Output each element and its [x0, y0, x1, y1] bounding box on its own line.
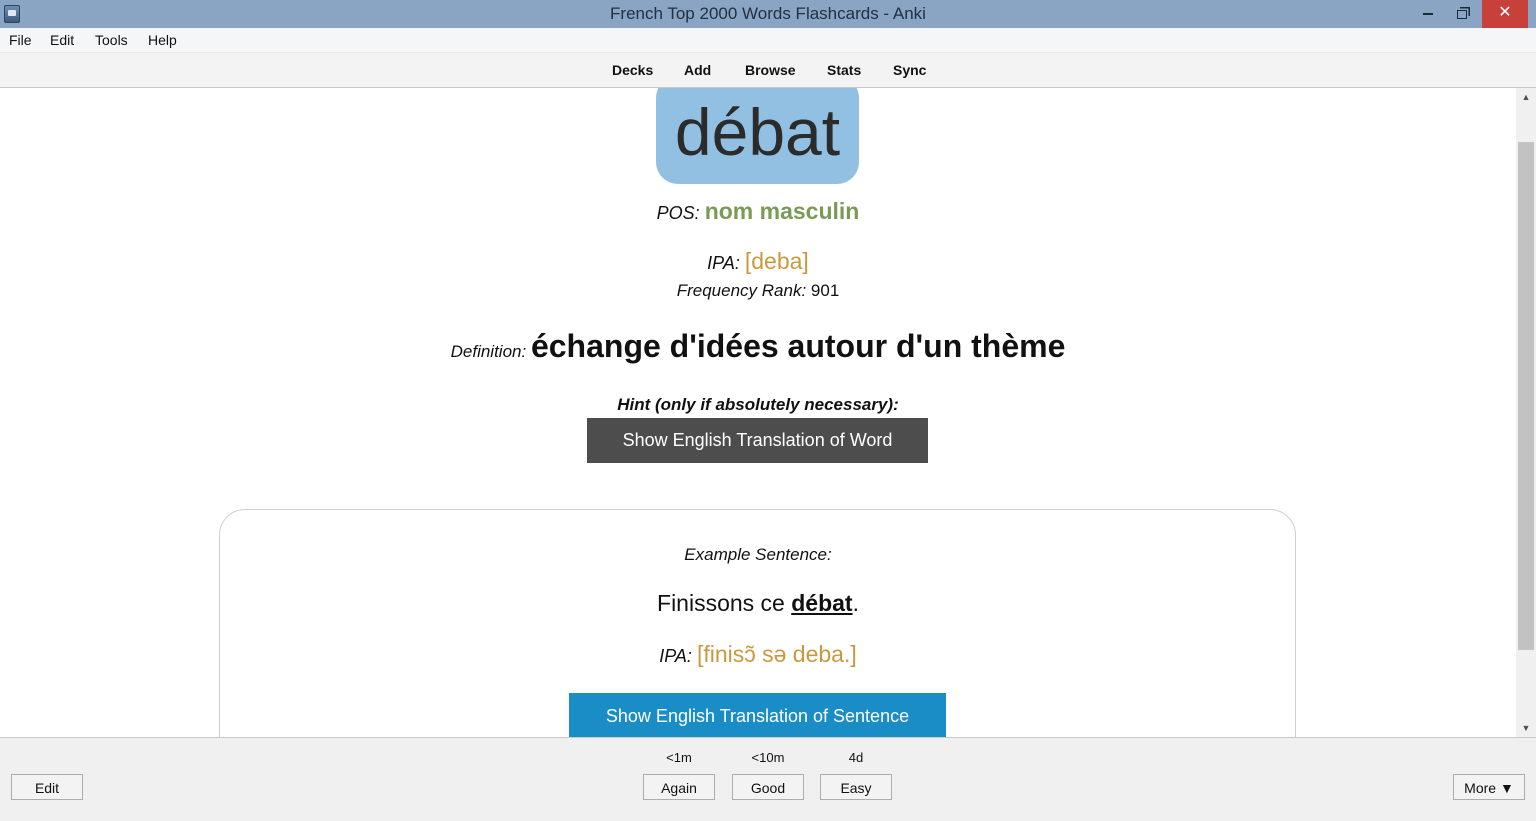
more-button[interactable]: More ▼	[1453, 774, 1525, 800]
pos-value: nom masculin	[704, 198, 860, 224]
menu-file[interactable]: File	[9, 28, 32, 52]
menu-tools[interactable]: Tools	[95, 28, 128, 52]
edit-button[interactable]: Edit	[11, 774, 83, 800]
card-view[interactable]: débat POS: nom masculin IPA: [deba] Freq…	[0, 88, 1516, 737]
example-sentence: Finissons ce débat.	[0, 590, 1516, 617]
restore-button[interactable]	[1446, 0, 1478, 28]
good-interval: <10m	[751, 750, 785, 765]
example-sentence-word: débat	[791, 590, 853, 616]
hint-label: Hint (only if absolutely necessary):	[617, 395, 899, 414]
menu-help[interactable]: Help	[148, 28, 177, 52]
menu-bar: File Edit Tools Help	[0, 28, 1536, 53]
toolbar-stats[interactable]: Stats	[827, 53, 861, 87]
toolbar-decks[interactable]: Decks	[612, 53, 653, 87]
ipa-row: IPA: [deba]	[0, 248, 1516, 275]
again-button[interactable]: Again	[643, 774, 715, 800]
example-ipa-row: IPA: [finisɔ̃ sə deba.]	[0, 641, 1516, 668]
scroll-down-icon[interactable]: ▼	[1516, 719, 1536, 737]
pos-label: POS:	[656, 203, 700, 223]
answer-bar: Edit <1m <10m 4d Again Good Easy More ▼	[0, 737, 1536, 821]
minimize-button[interactable]	[1414, 0, 1442, 28]
example-label: Example Sentence:	[684, 545, 832, 564]
example-sentence-start: Finissons ce	[657, 590, 792, 616]
show-word-translation-button[interactable]: Show English Translation of Word	[587, 418, 928, 463]
definition-label: Definition:	[450, 342, 527, 361]
card-word: débat	[674, 95, 841, 169]
toolbar-sync[interactable]: Sync	[893, 53, 926, 87]
word-box: débat	[656, 88, 859, 184]
example-ipa-label: IPA:	[659, 646, 692, 666]
example-sentence-end: .	[852, 590, 859, 616]
restore-icon	[1457, 9, 1467, 19]
title-bar: French Top 2000 Words Flashcards - Anki …	[0, 0, 1536, 28]
vertical-scrollbar[interactable]: ▲ ▼	[1516, 88, 1536, 737]
ipa-label: IPA:	[707, 253, 740, 273]
scroll-up-icon[interactable]: ▲	[1516, 88, 1536, 106]
frequency-label: Frequency Rank:	[676, 281, 807, 300]
easy-interval: 4d	[848, 750, 864, 765]
example-ipa-value: [finisɔ̃ sə deba.]	[696, 641, 857, 667]
again-interval: <1m	[666, 750, 692, 765]
easy-button[interactable]: Easy	[820, 774, 892, 800]
frequency-row: Frequency Rank: 901	[0, 281, 1516, 301]
close-icon: ✕	[1498, 4, 1512, 21]
ipa-value: [deba]	[744, 248, 809, 274]
good-button[interactable]: Good	[732, 774, 804, 800]
minimize-icon	[1423, 13, 1433, 16]
toolbar-add[interactable]: Add	[684, 53, 711, 87]
definition-row: Definition: échange d'idées autour d'un …	[0, 328, 1516, 365]
main-toolbar: Decks Add Browse Stats Sync	[0, 53, 1536, 88]
toolbar-browse[interactable]: Browse	[745, 53, 796, 87]
show-sentence-translation-button[interactable]: Show English Translation of Sentence	[569, 693, 946, 737]
pos-row: POS: nom masculin	[0, 198, 1516, 225]
menu-edit[interactable]: Edit	[50, 28, 74, 52]
close-button[interactable]: ✕	[1482, 0, 1528, 28]
frequency-value: 901	[810, 281, 840, 300]
example-row: Example Sentence:	[0, 545, 1516, 565]
window-title: French Top 2000 Words Flashcards - Anki	[610, 4, 926, 23]
definition-value: échange d'idées autour d'un thème	[530, 328, 1066, 364]
scrollbar-thumb[interactable]	[1518, 142, 1534, 650]
